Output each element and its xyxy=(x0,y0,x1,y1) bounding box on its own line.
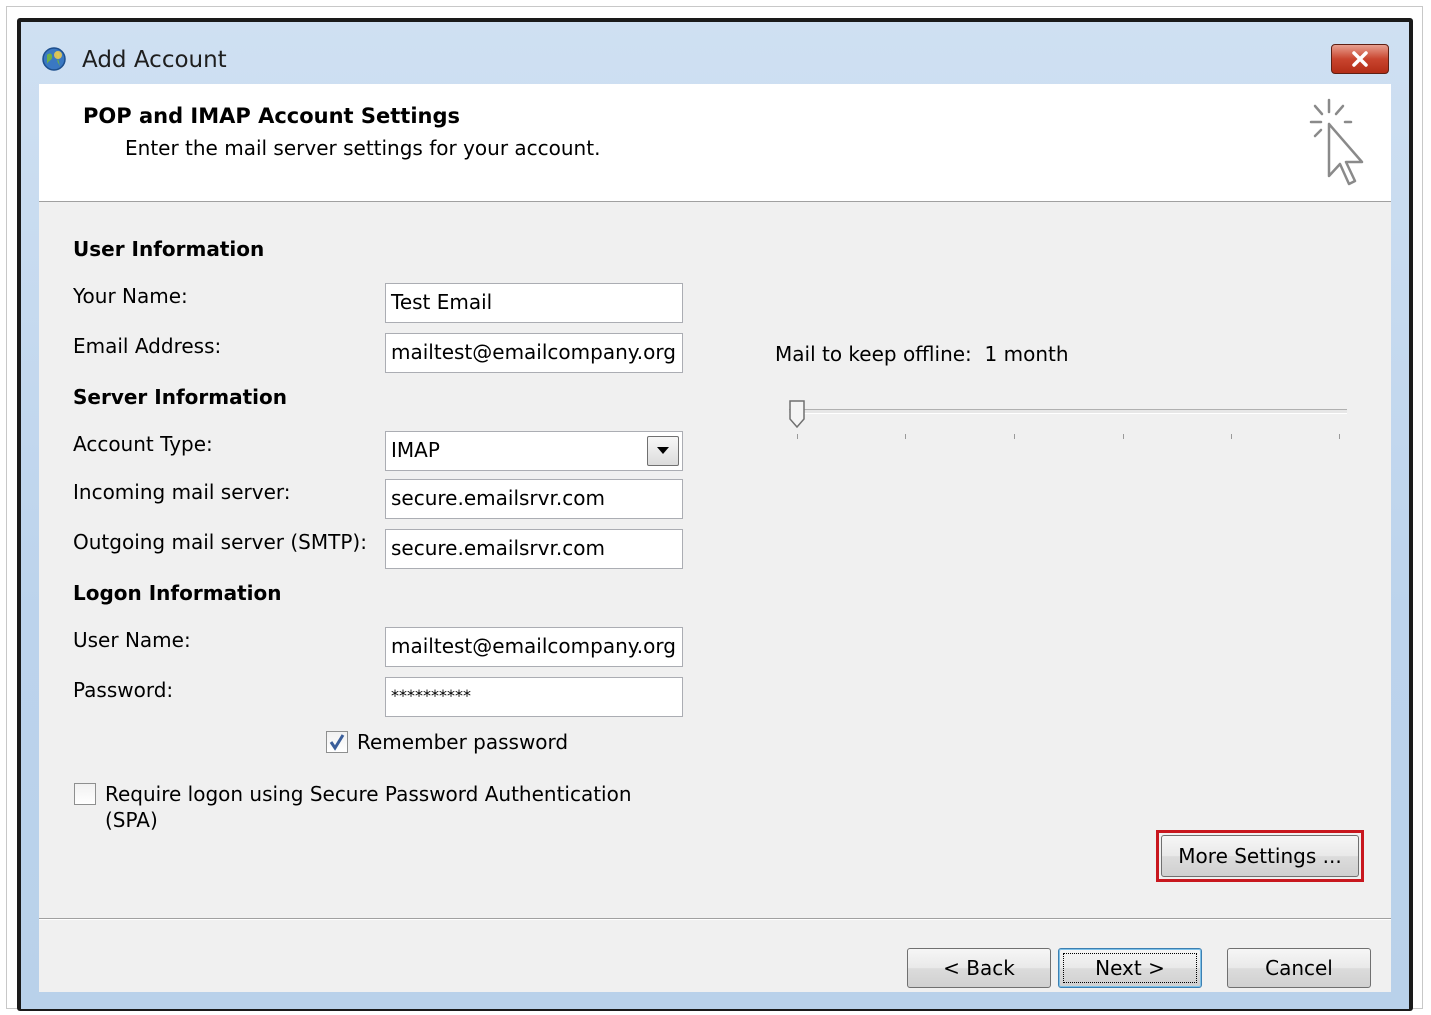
email-address-input[interactable]: mailtest@emailcompany.org xyxy=(385,333,683,373)
your-name-label: Your Name: xyxy=(73,284,188,308)
window-title: Add Account xyxy=(82,47,227,73)
outgoing-server-label: Outgoing mail server (SMTP): xyxy=(73,530,367,554)
slider-tick xyxy=(905,434,906,439)
password-input[interactable]: ********** xyxy=(385,677,683,717)
account-type-label: Account Type: xyxy=(73,432,213,456)
slider-tick xyxy=(797,434,798,439)
incoming-server-input[interactable]: secure.emailsrvr.com xyxy=(385,479,683,519)
outlook-globe-icon xyxy=(42,47,66,71)
next-button[interactable]: Next > xyxy=(1058,948,1202,988)
checkmark-icon xyxy=(329,734,345,751)
focus-rectangle xyxy=(1063,953,1197,983)
server-information-heading: Server Information xyxy=(73,385,287,409)
close-icon xyxy=(1352,51,1368,67)
email-address-label: Email Address: xyxy=(73,334,222,358)
slider-tick xyxy=(1231,434,1232,439)
spa-checkbox[interactable] xyxy=(74,783,96,805)
page-title: POP and IMAP Account Settings xyxy=(83,104,461,128)
slider-tick xyxy=(1339,434,1340,439)
mail-offline-text: Mail to keep offline: xyxy=(775,342,972,366)
title-bar[interactable]: Add Account xyxy=(21,22,1409,84)
user-information-heading: User Information xyxy=(73,237,265,261)
outgoing-server-input[interactable]: secure.emailsrvr.com xyxy=(385,529,683,569)
remember-password-checkbox[interactable] xyxy=(326,731,348,753)
back-button[interactable]: < Back xyxy=(907,948,1051,988)
chevron-down-icon xyxy=(657,447,669,454)
close-button[interactable] xyxy=(1331,44,1389,74)
logon-information-heading: Logon Information xyxy=(73,581,282,605)
your-name-input[interactable]: Test Email xyxy=(385,283,683,323)
offline-slider-track[interactable] xyxy=(789,409,1347,414)
password-label: Password: xyxy=(73,678,174,702)
spa-label-line2[interactable]: (SPA) xyxy=(105,808,158,832)
add-account-window: Add Account POP and IMAP Account Setting… xyxy=(21,22,1409,1009)
spa-label-line1[interactable]: Require logon using Secure Password Auth… xyxy=(105,782,632,806)
account-type-dropdown-button[interactable] xyxy=(647,436,679,466)
wizard-header: POP and IMAP Account Settings Enter the … xyxy=(39,84,1391,202)
mail-offline-label: Mail to keep offline: 1 month xyxy=(775,342,1069,366)
dialog-client-area: POP and IMAP Account Settings Enter the … xyxy=(39,84,1391,992)
offline-slider-thumb[interactable] xyxy=(789,400,805,428)
cancel-button[interactable]: Cancel xyxy=(1227,948,1371,988)
incoming-server-label: Incoming mail server: xyxy=(73,480,291,504)
remember-password-label[interactable]: Remember password xyxy=(357,730,568,754)
account-type-select[interactable]: IMAP xyxy=(385,431,683,471)
mail-offline-value: 1 month xyxy=(984,342,1069,366)
user-name-label: User Name: xyxy=(73,628,191,652)
user-name-input[interactable]: mailtest@emailcompany.org xyxy=(385,627,683,667)
account-type-value: IMAP xyxy=(391,438,440,462)
cursor-sparkle-icon xyxy=(1309,98,1364,186)
slider-tick xyxy=(1014,434,1015,439)
footer-divider xyxy=(39,918,1391,920)
slider-tick xyxy=(1123,434,1124,439)
page-subtitle: Enter the mail server settings for your … xyxy=(125,136,601,160)
more-settings-button[interactable]: More Settings ... xyxy=(1161,835,1359,877)
